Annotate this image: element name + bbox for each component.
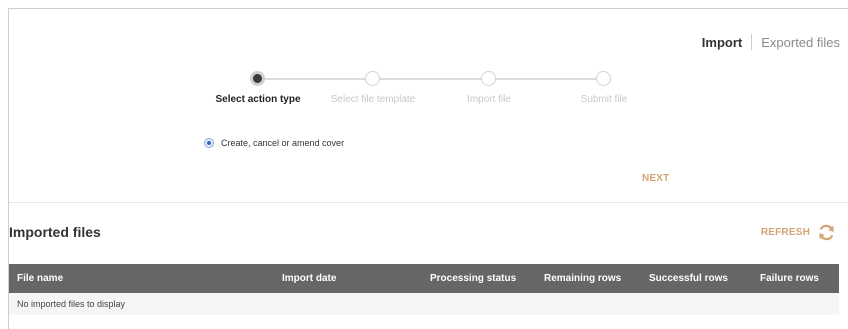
step-label-1: Select action type <box>215 94 301 105</box>
step-node-2 <box>365 71 380 86</box>
step-node-4 <box>596 71 611 86</box>
action-option: Create, cancel or amend cover <box>204 138 344 148</box>
column-header-remaining-rows[interactable]: Remaining rows <box>544 273 621 284</box>
step-node-1 <box>250 71 265 86</box>
imported-files-title: Imported files <box>9 224 101 240</box>
step-node-3 <box>481 71 496 86</box>
step-label-3: Import file <box>467 94 511 105</box>
next-button[interactable]: NEXT <box>642 173 669 184</box>
radio-selected-dot <box>207 141 211 145</box>
column-header-failure-rows[interactable]: Failure rows <box>760 273 819 284</box>
refresh-icon <box>817 223 836 242</box>
column-header-successful-rows[interactable]: Successful rows <box>649 273 728 284</box>
imported-files-table: File name Import date Processing status … <box>9 264 839 315</box>
action-option-label[interactable]: Create, cancel or amend cover <box>221 138 344 148</box>
tab-exported-files[interactable]: Exported files <box>761 35 840 50</box>
tab-separator <box>751 34 753 50</box>
stepper-track <box>260 78 600 80</box>
column-header-import-date[interactable]: Import date <box>282 273 336 284</box>
refresh-button[interactable]: REFRESH <box>761 223 836 242</box>
step-label-4: Submit file <box>580 94 628 105</box>
table-empty-row: No imported files to display <box>9 293 839 315</box>
action-radio[interactable] <box>204 138 214 148</box>
tab-import[interactable]: Import <box>702 35 742 50</box>
step-label-2: Select file template <box>330 94 416 105</box>
table-header: File name Import date Processing status … <box>9 264 839 293</box>
empty-message: No imported files to display <box>17 299 126 309</box>
import-stepper: Select action type Select file template … <box>200 68 660 108</box>
refresh-label: REFRESH <box>760 227 810 238</box>
column-header-file-name[interactable]: File name <box>17 273 63 284</box>
top-tabs: Import Exported files <box>702 34 840 50</box>
section-divider <box>9 202 848 203</box>
column-header-processing-status[interactable]: Processing status <box>430 273 516 284</box>
